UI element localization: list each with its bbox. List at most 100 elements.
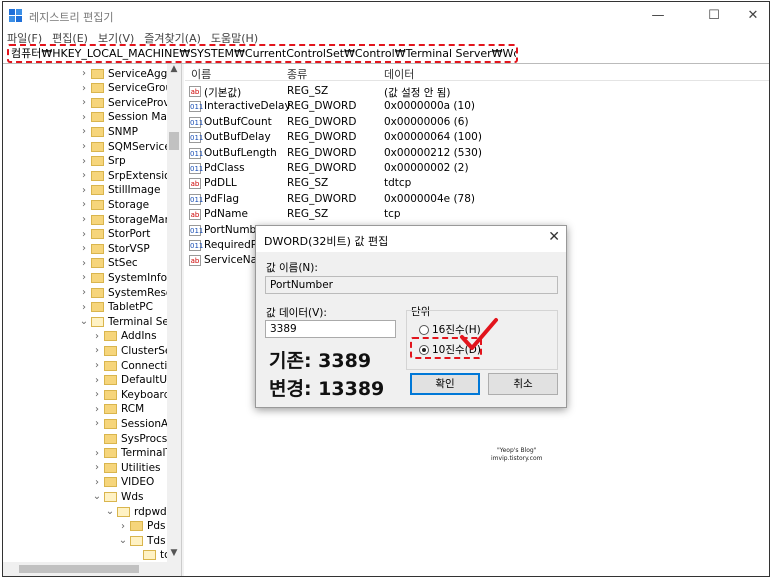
chevron-right-icon[interactable]: › [79,126,89,137]
tree-item[interactable]: › ServiceAggreg [79,66,179,81]
tree-item[interactable]: › Session Mana [79,110,179,125]
chevron-right-icon[interactable]: › [92,331,102,342]
tree-item[interactable]: › SystemInform [79,270,179,285]
tree-item[interactable]: › ServiceProvide [79,95,179,110]
value-row[interactable]: 011 OutBufDelay REG_DWORD 0x00000064 (100) [185,130,769,145]
chevron-right-icon[interactable]: › [118,521,128,532]
tree-item[interactable]: › KeyboardTy [92,387,179,402]
tree-item[interactable]: › StorageManag [79,212,179,227]
tree-item[interactable]: ⌄ Wds [92,489,144,504]
tree-item[interactable]: › Srp [79,154,126,169]
value-data-input[interactable]: 3389 [265,320,396,338]
tree-item[interactable]: › StSec [79,256,138,271]
tree-item[interactable]: › SrpExtensionC [79,168,179,183]
chevron-down-icon[interactable]: ⌄ [79,316,89,327]
tree-item[interactable]: › StorVSP [79,241,150,256]
value-row[interactable]: ab (기본값) REG_SZ (값 설정 안 됨) [185,84,769,99]
scroll-up-icon[interactable]: ▲ [167,64,181,74]
menu-help[interactable]: 도움말(H) [211,30,258,45]
tree-item[interactable]: › StorPort [79,227,150,242]
chevron-right-icon[interactable]: › [79,287,89,298]
tree-item[interactable]: › SQMServiceLi [79,139,179,154]
tree-horizontal-scrollbar[interactable] [3,562,181,576]
tree-item[interactable]: ⌄ Terminal Serve [79,314,179,329]
chevron-right-icon[interactable]: › [79,199,89,210]
pane-splitter[interactable] [181,64,184,576]
chevron-right-icon[interactable]: › [79,170,89,181]
column-type[interactable]: 종류 [287,66,307,82]
ok-button[interactable]: 확인 [410,373,480,395]
tree-item[interactable]: › DefaultUse [92,373,179,388]
tree-item[interactable]: SysProcs [92,431,167,446]
chevron-right-icon[interactable]: › [79,156,89,167]
chevron-right-icon[interactable]: › [92,477,102,488]
tree-item[interactable]: › ServiceGroupC [79,81,179,96]
chevron-right-icon[interactable]: › [92,389,102,400]
value-row[interactable]: 011 InteractiveDelay REG_DWORD 0x0000000a (… [185,99,769,114]
chevron-right-icon[interactable]: › [79,112,89,123]
value-row[interactable]: 011 PdClass REG_DWORD 0x00000002 (2) [185,161,769,176]
tree-item[interactable]: › RCM [92,402,144,417]
scroll-thumb[interactable] [169,132,179,150]
chevron-right-icon[interactable]: › [79,229,89,240]
cancel-button[interactable]: 취소 [488,373,558,395]
chevron-right-icon[interactable]: › [92,345,102,356]
chevron-right-icon[interactable]: › [79,83,89,94]
chevron-right-icon[interactable]: › [92,418,102,429]
chevron-right-icon[interactable]: › [79,214,89,225]
scroll-thumb[interactable] [19,565,139,573]
chevron-down-icon[interactable]: ⌄ [92,491,102,502]
menu-favorites[interactable]: 즐겨찾기(A) [144,30,201,45]
menu-view[interactable]: 보기(V) [98,30,134,45]
tree-item[interactable]: › TabletPC [79,300,153,315]
chevron-right-icon[interactable]: › [79,141,89,152]
close-button[interactable]: ✕ [738,6,768,26]
tree-item[interactable]: › Pds [118,519,165,534]
tree-item[interactable]: › SNMP [79,124,138,139]
chevron-down-icon[interactable]: ⌄ [118,535,128,546]
chevron-right-icon[interactable]: › [92,360,102,371]
chevron-right-icon[interactable]: › [92,462,102,473]
tree-item[interactable]: › ClusterSett [92,343,179,358]
chevron-down-icon[interactable]: ⌄ [105,506,115,517]
chevron-right-icon[interactable]: › [79,258,89,269]
scroll-down-icon[interactable]: ▼ [167,548,181,558]
menu-edit[interactable]: 편집(E) [52,30,88,45]
tree-item[interactable]: › SessionArb [92,416,179,431]
chevron-right-icon[interactable]: › [79,302,89,313]
tree-vertical-scrollbar[interactable]: ▲ ▼ [167,64,181,562]
value-row[interactable]: ab PdName REG_SZ tcp [185,207,769,222]
menu-file[interactable]: 파일(F) [7,30,42,45]
minimize-button[interactable]: — [643,6,673,26]
value-row[interactable]: ab PdDLL REG_SZ tdtcp [185,176,769,191]
chevron-right-icon[interactable]: › [79,185,89,196]
maximize-button[interactable]: ☐ [699,6,729,26]
address-bar[interactable]: 컴퓨터₩HKEY_LOCAL_MACHINE₩SYSTEM₩CurrentCon… [7,44,518,63]
chevron-right-icon[interactable]: › [92,448,102,459]
chevron-right-icon[interactable]: › [79,68,89,79]
value-row[interactable]: 011 OutBufLength REG_DWORD 0x00000212 (530) [185,146,769,161]
blog-watermark: "Yeop's Blog" imvip.tistory.com [491,447,543,463]
tree-item[interactable]: tc [131,548,170,563]
column-name[interactable]: 이름 [191,66,211,82]
tree-item[interactable]: › Utilities [92,460,161,475]
column-data[interactable]: 데이터 [384,66,414,82]
tree-item[interactable]: › AddIns [92,329,157,344]
dialog-close-icon[interactable]: ✕ [548,229,560,245]
tree-item[interactable]: ⌄ rdpwd [105,504,167,519]
chevron-right-icon[interactable]: › [79,243,89,254]
value-row[interactable]: 011 PdFlag REG_DWORD 0x0000004e (78) [185,192,769,207]
tree-item[interactable]: › StillImage [79,183,160,198]
tree-item[interactable]: › Storage [79,197,149,212]
tree-item[interactable]: › TerminalTy [92,446,176,461]
chevron-right-icon[interactable]: › [79,272,89,283]
chevron-right-icon[interactable]: › [92,375,102,386]
tree-item[interactable]: › SystemResour [79,285,179,300]
tree-item[interactable]: › Connection [92,358,179,373]
chevron-right-icon[interactable]: › [92,404,102,415]
tree-item[interactable]: ⌄ Tds [118,533,166,548]
value-data-label: 값 데이터(V): [266,307,327,319]
tree-item[interactable]: › VIDEO [92,475,154,490]
value-row[interactable]: 011 OutBufCount REG_DWORD 0x00000006 (6) [185,115,769,130]
chevron-right-icon[interactable]: › [79,97,89,108]
